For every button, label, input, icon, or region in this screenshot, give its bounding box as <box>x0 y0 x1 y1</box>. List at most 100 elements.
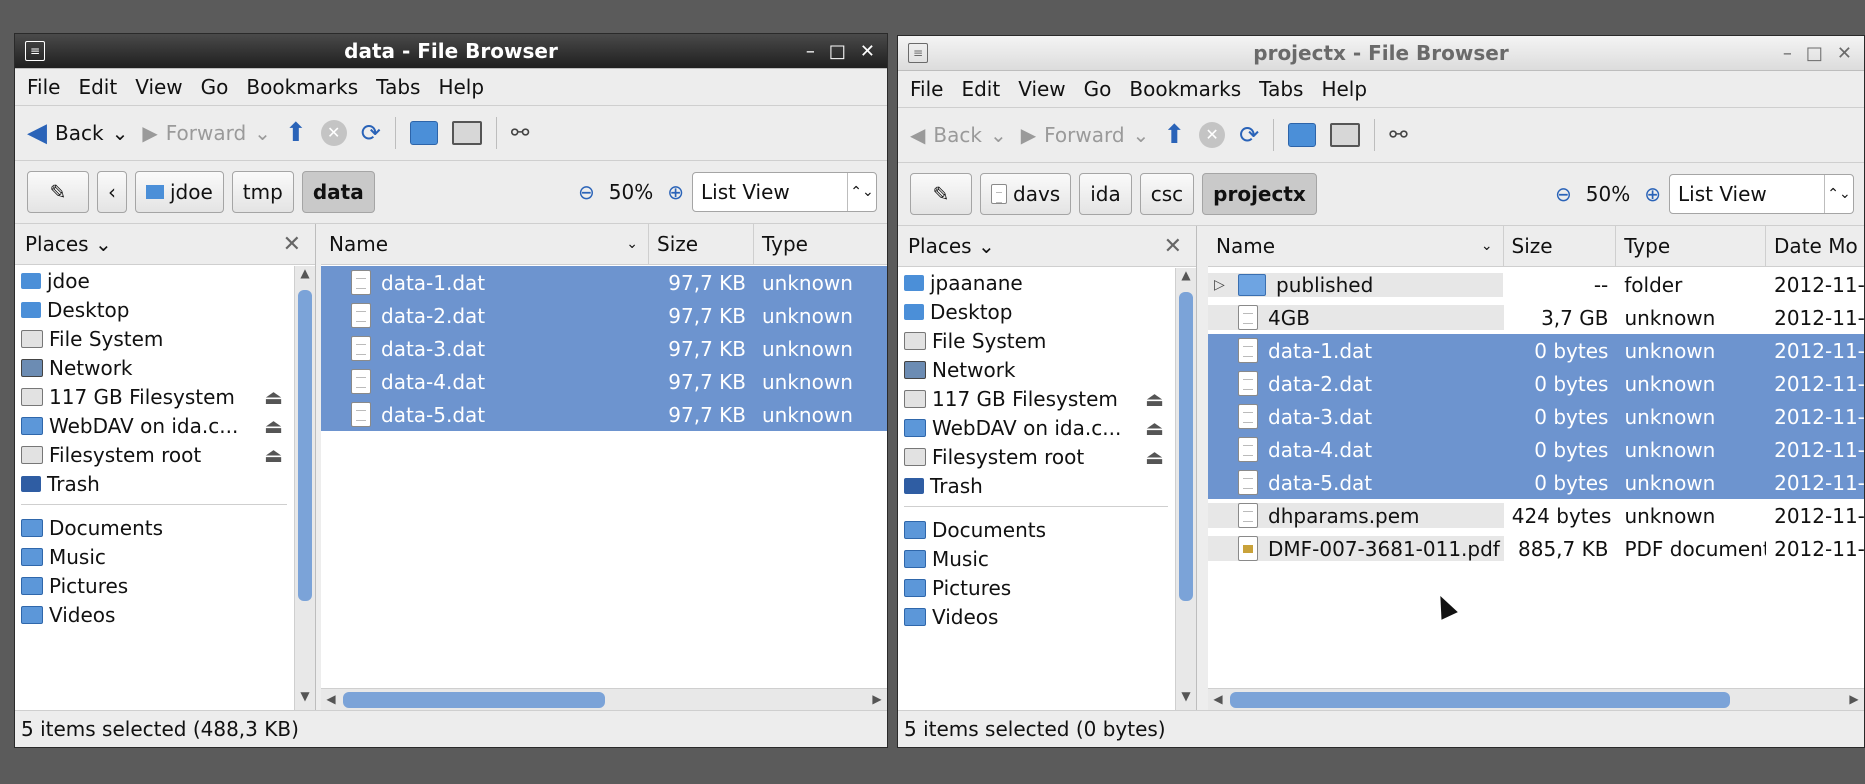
file-row[interactable]: data-2.dat 0 bytes unknown 2012-11- <box>1208 367 1864 400</box>
menu-edit[interactable]: Edit <box>961 77 1000 101</box>
edit-location-button[interactable]: ✎ <box>27 171 89 213</box>
file-list-hscrollbar[interactable]: ◀ ▶ <box>1208 688 1864 711</box>
menu-help[interactable]: Help <box>1321 77 1367 101</box>
file-row[interactable]: data-4.dat 0 bytes unknown 2012-11- <box>1208 433 1864 466</box>
forward-button[interactable]: ▶ Forward ⌄ <box>142 121 271 145</box>
eject-icon[interactable]: ⏏ <box>1145 416 1164 440</box>
menu-view[interactable]: View <box>1018 77 1065 101</box>
scrollbar-thumb[interactable] <box>343 692 605 708</box>
back-button[interactable]: ◀ Back ⌄ <box>910 123 1007 147</box>
title-bar[interactable]: ≡ data - File Browser – □ ✕ <box>15 34 887 69</box>
column-header-size[interactable]: Size <box>649 224 754 264</box>
back-button[interactable]: ◀ Back ⌄ <box>27 118 128 148</box>
title-bar[interactable]: ≡ projectx - File Browser – □ ✕ <box>898 36 1864 71</box>
up-arrow-icon[interactable]: ⬆ <box>1163 120 1185 150</box>
scroll-right-icon[interactable]: ▶ <box>867 689 887 709</box>
menu-tabs[interactable]: Tabs <box>1259 77 1303 101</box>
zoom-in-icon[interactable]: ⊕ <box>667 180 684 204</box>
scroll-left-icon[interactable]: ◀ <box>1208 689 1228 709</box>
file-row[interactable]: data-3.dat 0 bytes unknown 2012-11- <box>1208 400 1864 433</box>
places-dropdown[interactable]: Places ⌄ <box>908 234 995 258</box>
scroll-down-icon[interactable]: ▼ <box>295 689 315 711</box>
column-header-name[interactable]: Name ⌄ <box>1208 226 1504 266</box>
sidebar-item-network[interactable]: Network <box>15 353 293 382</box>
sidebar-item-music[interactable]: Music <box>15 542 293 571</box>
sidebar-item-file-system[interactable]: File System <box>898 326 1174 355</box>
scrollbar-thumb[interactable] <box>1179 292 1193 601</box>
file-row[interactable]: 4GB 3,7 GB unknown 2012-11- <box>1208 301 1864 334</box>
up-arrow-icon[interactable]: ⬆ <box>285 118 307 148</box>
file-row[interactable]: data-2.dat 97,7 KB unknown <box>321 299 887 332</box>
close-window-button[interactable]: ✕ <box>1837 43 1852 64</box>
eject-icon[interactable]: ⏏ <box>1145 387 1164 411</box>
edit-location-button[interactable]: ✎ <box>910 173 972 215</box>
menu-go[interactable]: Go <box>1084 77 1112 101</box>
sidebar-item-file-system[interactable]: File System <box>15 324 293 353</box>
sidebar-item-documents[interactable]: Documents <box>898 515 1174 544</box>
menu-tabs[interactable]: Tabs <box>376 75 420 99</box>
eject-icon[interactable]: ⏏ <box>264 443 283 467</box>
minimize-button[interactable]: – <box>806 41 815 62</box>
chevron-down-icon[interactable]: ⌄ <box>112 121 129 145</box>
file-browser-window-data[interactable]: ≡ data - File Browser – □ ✕ File Edit Vi… <box>14 33 888 748</box>
file-row[interactable]: data-4.dat 97,7 KB unknown <box>321 365 887 398</box>
sidebar-item-desktop[interactable]: Desktop <box>15 295 293 324</box>
stop-icon[interactable]: ✕ <box>1199 122 1226 148</box>
reload-icon[interactable]: ⟳ <box>361 119 381 147</box>
file-row[interactable]: data-5.dat 97,7 KB unknown <box>321 398 887 431</box>
file-list-hscrollbar[interactable]: ◀ ▶ <box>321 688 887 711</box>
column-header-date[interactable]: Date Mo <box>1766 226 1864 266</box>
sidebar-item-documents[interactable]: Documents <box>15 513 293 542</box>
menu-view[interactable]: View <box>135 75 182 99</box>
search-binoculars-icon[interactable]: ⚯ <box>511 121 529 146</box>
close-window-button[interactable]: ✕ <box>860 41 875 62</box>
view-mode-select[interactable]: List View ⌃⌄ <box>692 172 877 212</box>
computer-icon[interactable] <box>1330 123 1361 147</box>
sidebar-item-filesystem-root[interactable]: Filesystem root ⏏ <box>898 442 1174 471</box>
scroll-left-icon[interactable]: ◀ <box>321 689 341 709</box>
sidebar-item-filesystem-root[interactable]: Filesystem root ⏏ <box>15 440 293 469</box>
column-header-type[interactable]: Type <box>754 224 884 264</box>
sidebar-item-webdav[interactable]: WebDAV on ida.c... ⏏ <box>15 411 293 440</box>
eject-icon[interactable]: ⏏ <box>264 385 283 409</box>
sidebar-scrollbar[interactable]: ▲ ▼ <box>1175 268 1196 711</box>
search-binoculars-icon[interactable]: ⚯ <box>1389 123 1407 148</box>
stop-icon[interactable]: ✕ <box>320 120 347 146</box>
zoom-out-icon[interactable]: ⊖ <box>578 180 595 204</box>
reload-icon[interactable]: ⟳ <box>1239 121 1259 149</box>
column-header-size[interactable]: Size <box>1504 226 1617 266</box>
chevron-down-icon[interactable]: ⌄ <box>1133 123 1150 147</box>
places-dropdown[interactable]: Places ⌄ <box>25 232 112 256</box>
file-row[interactable]: dhparams.pem 424 bytes unknown 2012-11- <box>1208 499 1864 532</box>
scroll-up-icon[interactable]: ▲ <box>1176 268 1196 290</box>
sidebar-item-videos[interactable]: Videos <box>15 600 293 629</box>
sidebar-item-pictures[interactable]: Pictures <box>898 573 1174 602</box>
menu-file[interactable]: File <box>910 77 943 101</box>
sidebar-item-trash[interactable]: Trash <box>15 469 293 498</box>
file-row[interactable]: data-5.dat 0 bytes unknown 2012-11- <box>1208 466 1864 499</box>
menu-edit[interactable]: Edit <box>78 75 117 99</box>
expander-triangle-icon[interactable]: ▷ <box>1214 277 1228 293</box>
window-menu-icon[interactable]: ≡ <box>25 41 45 61</box>
sidebar-item-videos[interactable]: Videos <box>898 602 1174 631</box>
path-button-ida[interactable]: ida <box>1079 173 1132 215</box>
path-button-jdoe[interactable]: jdoe <box>135 171 224 213</box>
maximize-button[interactable]: □ <box>829 41 846 62</box>
sidebar-item-webdav[interactable]: WebDAV on ida.c... ⏏ <box>898 413 1174 442</box>
view-mode-select[interactable]: List View ⌃⌄ <box>1669 174 1854 214</box>
sidebar-item-music[interactable]: Music <box>898 544 1174 573</box>
file-browser-window-projectx[interactable]: ≡ projectx - File Browser – □ ✕ File Edi… <box>897 35 1865 748</box>
path-button-tmp[interactable]: tmp <box>231 171 294 213</box>
eject-icon[interactable]: ⏏ <box>264 414 283 438</box>
sidebar-item-home[interactable]: jpaanane <box>898 268 1174 297</box>
path-button-csc[interactable]: csc <box>1139 173 1195 215</box>
forward-button[interactable]: ▶ Forward ⌄ <box>1021 123 1150 147</box>
path-button-projectx[interactable]: projectx <box>1202 173 1317 215</box>
menu-bookmarks[interactable]: Bookmarks <box>246 75 358 99</box>
file-row[interactable]: DMF-007-3681-011.pdf 885,7 KB PDF document… <box>1208 532 1864 565</box>
scroll-up-icon[interactable]: ▲ <box>295 266 315 288</box>
menu-go[interactable]: Go <box>201 75 229 99</box>
sidebar-item-pictures[interactable]: Pictures <box>15 571 293 600</box>
file-row[interactable]: data-1.dat 0 bytes unknown 2012-11- <box>1208 334 1864 367</box>
sidebar-item-home[interactable]: jdoe <box>15 266 293 295</box>
